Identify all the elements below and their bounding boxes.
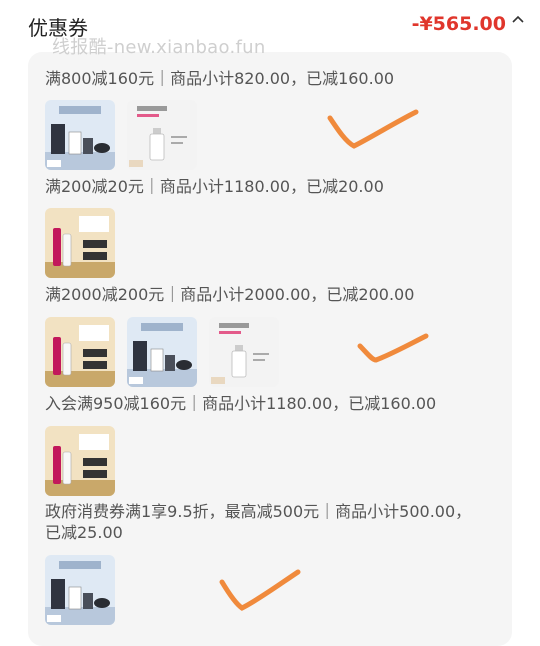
coupon-description-continued: 已减25.00 (45, 523, 123, 542)
chevron-up-icon[interactable] (510, 12, 526, 28)
blue-gift-set-image (127, 317, 197, 387)
serum-bottle-image (127, 100, 197, 170)
product-thumbnail-gold-gift-set[interactable] (45, 317, 115, 387)
gold-gift-set-image (45, 426, 115, 496)
serum-bottle-image (209, 317, 279, 387)
blue-gift-set-image (45, 100, 115, 170)
watermark-text: 线报酷-new.xianbao.fun (52, 37, 266, 58)
coupon-description: 政府消费券满1享9.5折，最高减500元｜商品小计500.00， (45, 502, 472, 521)
discount-amount: -¥565.00 (411, 13, 506, 35)
product-thumbnail-blue-gift-set[interactable] (127, 317, 197, 387)
product-thumbnail-blue-gift-set[interactable] (45, 100, 115, 170)
product-thumbnail-serum-bottle[interactable] (209, 317, 279, 387)
product-thumbnail-blue-gift-set[interactable] (45, 555, 115, 625)
gold-gift-set-image (45, 208, 115, 278)
coupon-description: 满200减20元｜商品小计1180.00，已减20.00 (45, 177, 384, 196)
product-thumbnail-gold-gift-set[interactable] (45, 426, 115, 496)
coupon-description: 满800减160元｜商品小计820.00，已减160.00 (45, 69, 395, 88)
coupon-description: 入会满950减160元｜商品小计1180.00，已减160.00 (45, 394, 437, 413)
product-thumbnail-gold-gift-set[interactable] (45, 208, 115, 278)
blue-gift-set-image (45, 555, 115, 625)
coupon-description: 满2000减200元｜商品小计2000.00，已减200.00 (45, 285, 415, 304)
gold-gift-set-image (45, 317, 115, 387)
product-thumbnail-serum-bottle[interactable] (127, 100, 197, 170)
